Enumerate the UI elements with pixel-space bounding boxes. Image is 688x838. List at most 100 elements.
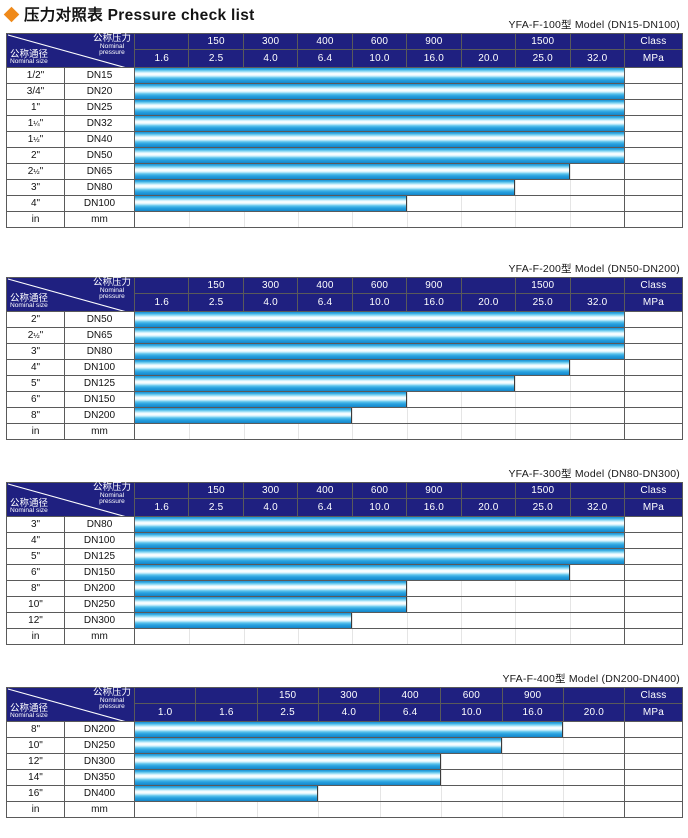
class-rating-header-7: [562, 687, 626, 704]
class-rating-header-2: 300: [242, 33, 299, 50]
nominal-size-dn-cell: DN20: [64, 83, 135, 100]
pressure-bar: [135, 68, 624, 83]
class-rating-header-5: 600: [440, 687, 503, 704]
table-row: 4" DN100: [6, 532, 683, 549]
unit-class-cell: [623, 211, 683, 228]
nominal-size-dn-cell: DN25: [64, 99, 135, 116]
table-unit-row: in mm: [6, 801, 683, 818]
nominal-size-inch-cell: 8": [6, 580, 65, 597]
model-label: YFA-F-400型 Model (DN200-DN400): [502, 673, 680, 685]
nominal-size-dn-cell: DN80: [64, 179, 135, 196]
nominal-size-label: 公称通径 Nominal size: [10, 497, 49, 515]
pressure-bar: [135, 517, 624, 532]
class-value-cell: [623, 564, 683, 581]
nominal-size-inch-cell: 2": [6, 147, 65, 164]
column-gridlines: [135, 212, 624, 227]
pressure-bar: [135, 312, 624, 327]
nominal-size-dn-cell: DN250: [64, 737, 135, 754]
nominal-size-dn-cell: DN200: [64, 407, 135, 424]
pressure-range-bar-cell: [134, 327, 625, 344]
class-value-cell: [624, 785, 683, 802]
nominal-pressure-label: 公称压力 Nominal pressure: [92, 482, 131, 506]
mpa-value-header-1.6: 1.6: [133, 498, 190, 517]
pressure-range-bar-cell: [134, 115, 625, 132]
class-value-cell: [624, 737, 683, 754]
class-rating-header-0: [133, 33, 190, 50]
nominal-size-dn-cell: DN100: [64, 195, 135, 212]
nominal-size-inch-cell: 10": [6, 596, 65, 613]
nominal-size-inch-cell: 6": [6, 564, 65, 581]
class-value-cell: [623, 99, 683, 116]
unit-row-blank-cell: [134, 423, 625, 440]
table-row: 2" DN50: [6, 147, 683, 164]
mpa-value-header-10.0: 10.0: [440, 703, 503, 722]
mpa-value-header-32.0: 32.0: [569, 293, 625, 312]
model-label: YFA-F-200型 Model (DN50-DN200): [508, 263, 680, 275]
mpa-value-header-2.5: 2.5: [188, 498, 244, 517]
class-value-cell: [623, 327, 683, 344]
nominal-size-dn-cell: DN15: [64, 67, 135, 84]
nominal-size-dn-cell: DN150: [64, 391, 135, 408]
nominal-size-inch-cell: 2": [6, 311, 65, 328]
table-row: 6" DN150: [6, 564, 683, 581]
nominal-size-inch-cell: 1½": [6, 131, 65, 148]
nominal-size-inch-cell: 5": [6, 375, 65, 392]
unit-mm-cell: mm: [64, 628, 135, 645]
pressure-bar: [135, 360, 570, 375]
table-header-class-row: 公称压力 Nominal pressure 公称通径 Nominal size 150 30…: [6, 687, 683, 722]
nominal-size-inch-cell: 8": [6, 721, 65, 738]
class-unit-header: Class: [623, 277, 683, 294]
pressure-bar: [135, 132, 624, 147]
pressure-table-block-YFA-F-300: YFA-F-300型 Model (DN80-DN300) 公称压力 Nominal…: [6, 467, 683, 645]
mpa-value-header-10.0: 10.0: [351, 49, 408, 68]
class-value-cell: [623, 131, 683, 148]
class-unit-header: Class: [624, 687, 683, 704]
pressure-table-block-YFA-F-200: YFA-F-200型 Model (DN50-DN200) 公称压力 Nominal…: [6, 262, 683, 440]
nominal-size-dn-cell: DN400: [64, 785, 135, 802]
table-header-class-row: 公称压力 Nominal pressure 公称通径 Nominal size 150 30…: [6, 277, 683, 312]
corner-header-cell: 公称压力 Nominal pressure 公称通径 Nominal size: [6, 482, 135, 517]
nominal-size-inch-cell: 3": [6, 343, 65, 360]
table-row: 1½" DN40: [6, 131, 683, 148]
nominal-size-dn-cell: DN150: [64, 564, 135, 581]
class-rating-header-5: 900: [406, 277, 462, 294]
table-row: 5" DN125: [6, 548, 683, 565]
pressure-bar: [135, 180, 516, 195]
class-value-cell: [623, 115, 683, 132]
table-row: 2½" DN65: [6, 327, 683, 344]
table-header-class-row: 公称压力 Nominal pressure 公称通径 Nominal size 150 30…: [6, 482, 683, 517]
class-value-cell: [623, 407, 683, 424]
class-rating-header-3: 400: [297, 33, 353, 50]
class-rating-header-1: 150: [188, 482, 244, 499]
class-value-cell: [623, 195, 683, 212]
table-row: 3" DN80: [6, 343, 683, 360]
mpa-value-header-6.4: 6.4: [297, 49, 353, 68]
class-value-cell: [623, 580, 683, 597]
class-rating-header-7: 1500: [515, 277, 571, 294]
model-label: YFA-F-300型 Model (DN80-DN300): [508, 468, 680, 480]
class-rating-header-1: 150: [188, 33, 244, 50]
nominal-size-dn-cell: DN300: [64, 753, 135, 770]
pressure-table-block-YFA-F-400: YFA-F-400型 Model (DN200-DN400) 公称压力 Nomina…: [6, 672, 683, 818]
corner-header-cell: 公称压力 Nominal pressure 公称通径 Nominal size: [6, 687, 135, 722]
class-value-cell: [623, 67, 683, 84]
pressure-range-bar-cell: [134, 311, 625, 328]
unit-class-cell: [624, 801, 683, 818]
pressure-bar: [135, 754, 441, 769]
pressure-bar: [135, 164, 570, 179]
pressure-range-bar-cell: [134, 359, 625, 376]
pressure-table: 公称压力 Nominal pressure 公称通径 Nominal size 150 30…: [6, 687, 683, 818]
nominal-size-dn-cell: DN125: [64, 548, 135, 565]
table-row: 3/4" DN20: [6, 83, 683, 100]
pressure-range-bar-cell: [134, 195, 625, 212]
mpa-value-header-25.0: 25.0: [515, 293, 571, 312]
nominal-size-inch-cell: 14": [6, 769, 65, 786]
mpa-value-header-25.0: 25.0: [515, 49, 571, 68]
table-row: 2½" DN65: [6, 163, 683, 180]
mpa-value-header-4.0: 4.0: [242, 293, 299, 312]
class-unit-header: Class: [623, 482, 683, 499]
class-value-cell: [623, 179, 683, 196]
class-value-cell: [623, 163, 683, 180]
mpa-value-header-1.6: 1.6: [133, 49, 190, 68]
nominal-size-inch-cell: 3": [6, 179, 65, 196]
